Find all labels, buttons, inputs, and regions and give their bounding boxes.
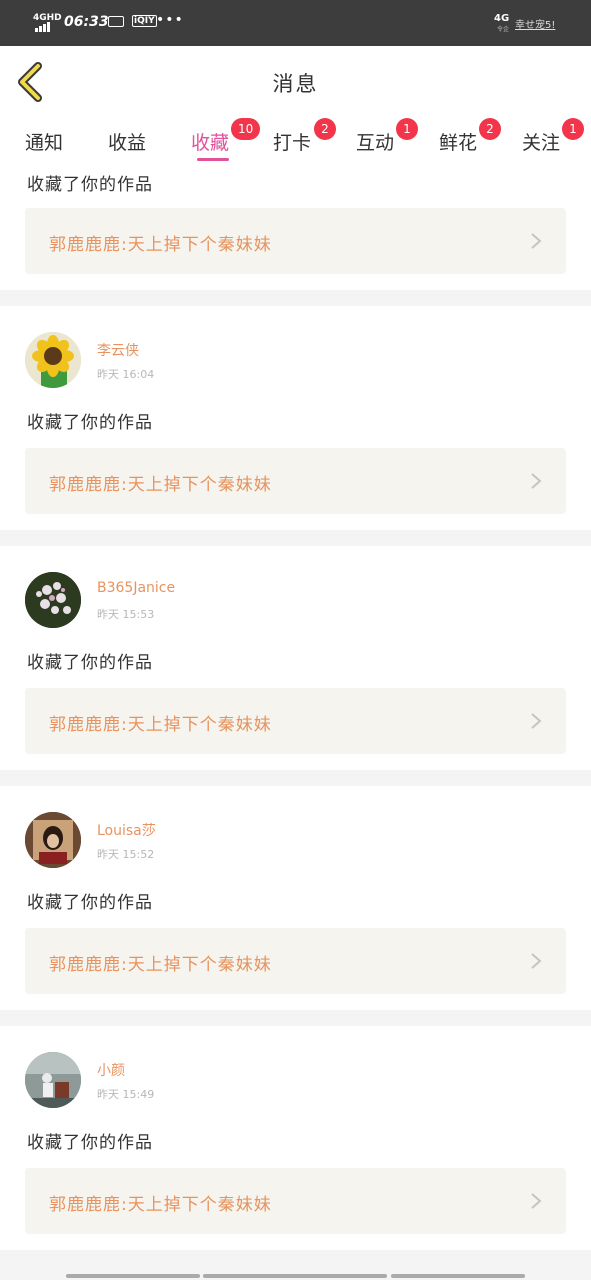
iqiyi-icon: iQIY [132, 15, 157, 27]
tab-interactions[interactable]: 互动 1 [356, 118, 418, 155]
header: 消息 [0, 46, 591, 119]
action-text: 收藏了你的作品 [27, 1133, 153, 1153]
chevron-right-icon [531, 713, 542, 729]
work-link[interactable]: 郭鹿鹿鹿:天上掉下个秦妹妹 [25, 208, 566, 274]
work-title: 郭鹿鹿鹿:天上掉下个秦妹妹 [49, 715, 272, 735]
tab-label: 收藏 [191, 132, 230, 154]
timestamp: 昨天 15:49 [97, 1088, 155, 1101]
portrait-avatar-image [25, 1052, 81, 1108]
chevron-right-icon [531, 473, 542, 489]
badge: 10 [231, 118, 261, 140]
message-card: B365Janice 昨天 15:53 收藏了你的作品 郭鹿鹿鹿:天上掉下个秦妹… [0, 546, 591, 770]
signal-icon [35, 22, 51, 32]
tab-label: 关注 [522, 132, 561, 154]
action-text: 收藏了你的作品 [27, 175, 153, 195]
nav-gesture-bar[interactable] [203, 1274, 387, 1278]
timestamp: 昨天 15:52 [97, 848, 155, 861]
avatar[interactable] [25, 1052, 81, 1108]
clock: 06:33 [64, 14, 109, 30]
timestamp: 昨天 15:53 [97, 608, 155, 621]
video-icon [108, 16, 124, 27]
action-text: 收藏了你的作品 [27, 653, 153, 673]
page-title: 消息 [272, 72, 319, 96]
message-card: 李云侠 昨天 16:04 收藏了你的作品 郭鹿鹿鹿:天上掉下个秦妹妹 [0, 306, 591, 530]
user-name[interactable]: 小颜 [97, 1060, 125, 1080]
chevron-right-icon [531, 953, 542, 969]
status-bar: 4GHD 06:33 iQIY ••• 4G 令企 幸せ宠5! [0, 0, 591, 46]
more-notifications-icon: ••• [156, 12, 184, 28]
tab-favorites[interactable]: 收藏 10 [191, 118, 261, 155]
active-tab-indicator [197, 158, 229, 161]
work-link[interactable]: 郭鹿鹿鹿:天上掉下个秦妹妹 [25, 1168, 566, 1234]
tab-earnings[interactable]: 收益 [108, 128, 146, 155]
avatar[interactable] [25, 572, 81, 628]
chevron-right-icon [531, 233, 542, 249]
message-card: Louisa莎 昨天 15:52 收藏了你的作品 郭鹿鹿鹿:天上掉下个秦妹妹 [0, 786, 591, 1010]
tab-notifications[interactable]: 通知 [25, 128, 63, 155]
network-indicator: 4G 令企 [494, 13, 510, 33]
message-card: 收藏了你的作品 郭鹿鹿鹿:天上掉下个秦妹妹 [0, 164, 591, 290]
user-name[interactable]: 李云侠 [97, 340, 139, 360]
work-title: 郭鹿鹿鹿:天上掉下个秦妹妹 [49, 475, 272, 495]
badge: 2 [479, 118, 501, 140]
chevron-right-icon [531, 1193, 542, 1209]
work-link[interactable]: 郭鹿鹿鹿:天上掉下个秦妹妹 [25, 688, 566, 754]
tab-bar: 通知 收益 收藏 10 打卡 2 互动 1 鲜花 2 关注 1 [0, 118, 591, 164]
tab-label: 互动 [356, 132, 395, 154]
flowers-avatar-image [25, 572, 81, 628]
tab-following[interactable]: 关注 1 [522, 118, 584, 155]
tab-label: 打卡 [273, 132, 312, 154]
timestamp: 昨天 16:04 [97, 368, 155, 381]
tab-label: 鲜花 [439, 132, 478, 154]
tab-flowers[interactable]: 鲜花 2 [439, 118, 501, 155]
action-text: 收藏了你的作品 [27, 893, 153, 913]
nav-gesture-bar[interactable] [66, 1274, 200, 1278]
avatar[interactable] [25, 812, 81, 868]
portrait-avatar-image [25, 812, 81, 868]
tab-checkin[interactable]: 打卡 2 [273, 118, 336, 155]
work-link[interactable]: 郭鹿鹿鹿:天上掉下个秦妹妹 [25, 448, 566, 514]
action-text: 收藏了你的作品 [27, 413, 153, 433]
work-title: 郭鹿鹿鹿:天上掉下个秦妹妹 [49, 955, 272, 975]
nav-gesture-bar[interactable] [391, 1274, 525, 1278]
user-name[interactable]: B365Janice [97, 580, 175, 596]
work-title: 郭鹿鹿鹿:天上掉下个秦妹妹 [49, 1195, 272, 1215]
tab-label: 收益 [108, 132, 147, 154]
work-link[interactable]: 郭鹿鹿鹿:天上掉下个秦妹妹 [25, 928, 566, 994]
avatar[interactable] [25, 332, 81, 388]
sunflower-avatar-image [25, 332, 81, 388]
carrier-label: 幸せ宠5! [515, 20, 556, 31]
badge: 1 [396, 118, 418, 140]
tab-label: 通知 [25, 132, 64, 154]
badge: 2 [314, 118, 336, 140]
work-title: 郭鹿鹿鹿:天上掉下个秦妹妹 [49, 235, 272, 255]
message-card: 小颜 昨天 15:49 收藏了你的作品 郭鹿鹿鹿:天上掉下个秦妹妹 [0, 1026, 591, 1250]
badge: 1 [562, 118, 584, 140]
user-name[interactable]: Louisa莎 [97, 820, 156, 840]
